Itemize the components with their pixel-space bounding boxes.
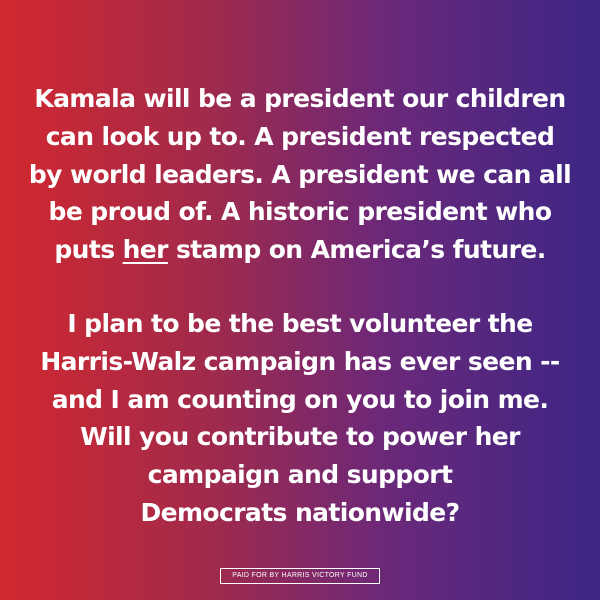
message-line: by world leaders. A president we can all (28, 159, 572, 189)
message-line: Will you contribute to power her (80, 422, 520, 452)
message-line: be proud of. A historic president who (48, 197, 552, 227)
message-paragraph-2: I plan to be the best volunteer the Harr… (0, 305, 600, 532)
message-line: Harris-Walz campaign has ever seen -- (40, 346, 560, 376)
message-paragraph-1: Kamala will be a president our children … (0, 80, 600, 269)
message-text: stamp on America’s future. (167, 235, 546, 265)
message-line: puts her stamp on America’s future. (0, 231, 600, 269)
message-line: I plan to be the best volunteer the (67, 309, 533, 338)
message-line: campaign and support (147, 460, 453, 490)
message-line: Kamala will be a president our children (34, 84, 566, 113)
message-line: Democrats nationwide? (140, 497, 460, 527)
emphasized-word: her (122, 235, 169, 265)
message-line: can look up to. A president respected (45, 121, 555, 151)
message-text: puts (54, 235, 123, 265)
paid-for-disclaimer: PAID FOR BY HARRIS VICTORY FUND (220, 568, 380, 584)
message-line: and I am counting on you to join me. (51, 384, 549, 414)
